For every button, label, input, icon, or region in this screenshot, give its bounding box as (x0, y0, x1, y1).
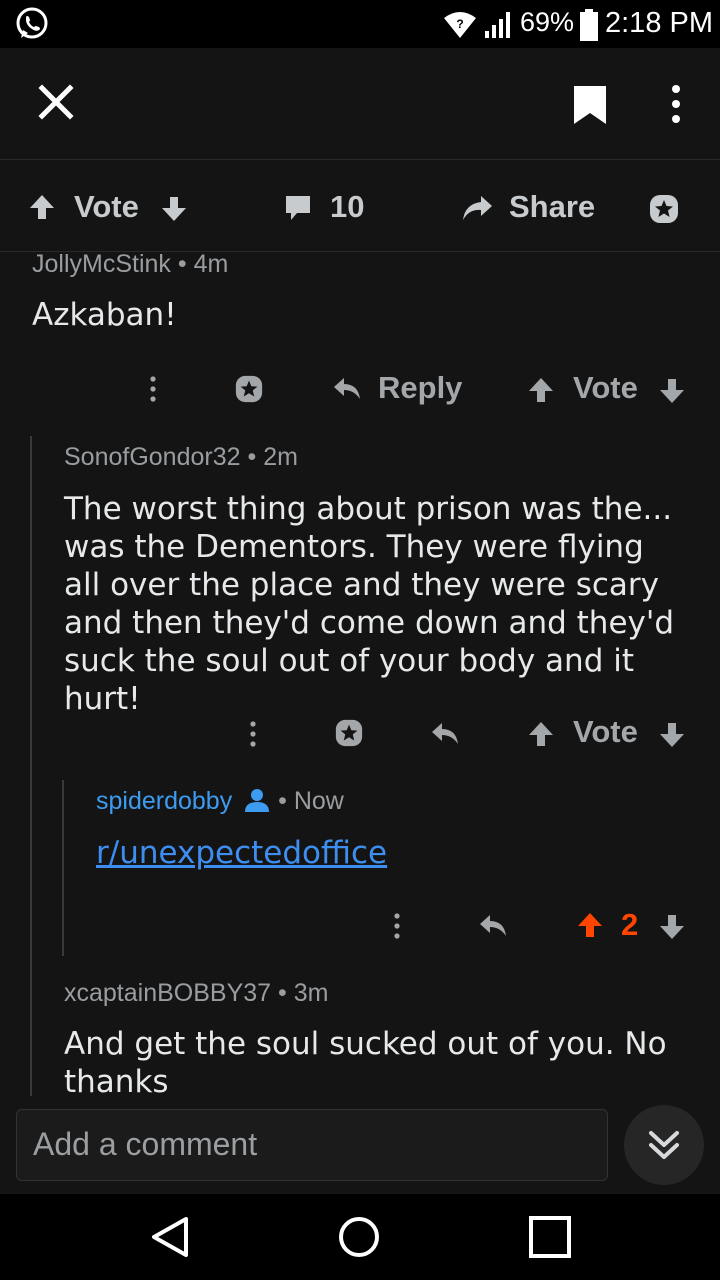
comment-count[interactable]: 10 (330, 189, 364, 225)
back-icon[interactable] (150, 1216, 190, 1258)
downvote-icon[interactable] (160, 195, 188, 223)
comment-author[interactable]: spiderdobby (96, 787, 232, 815)
thread-line (62, 780, 64, 956)
reply-button[interactable]: Reply (378, 370, 462, 406)
award-icon[interactable] (648, 193, 680, 225)
system-nav-bar (0, 1194, 720, 1280)
close-icon[interactable] (36, 82, 76, 122)
comment-author[interactable]: SonofGondor32 (64, 443, 241, 471)
comment-composer: Add a comment (0, 1096, 720, 1194)
home-icon[interactable] (338, 1216, 380, 1258)
more-options-icon[interactable] (146, 375, 160, 403)
wifi-icon: ? (444, 12, 476, 38)
signal-icon (485, 12, 510, 38)
battery-icon (580, 9, 598, 41)
recents-icon[interactable] (529, 1216, 571, 1258)
downvote-icon[interactable] (658, 913, 686, 941)
post-action-bar: Vote 10 Share (0, 160, 720, 252)
add-comment-input[interactable]: Add a comment (16, 1109, 608, 1181)
bookmark-icon[interactable] (572, 84, 608, 126)
vote-score: 2 (621, 907, 639, 942)
comment-author[interactable]: xcaptainBOBBY37 (64, 979, 271, 1007)
svg-text:?: ? (456, 17, 463, 31)
separator-dot: • (278, 787, 294, 815)
downvote-icon[interactable] (658, 721, 686, 749)
user-icon (245, 789, 270, 812)
post-toolbar (0, 48, 720, 160)
more-options-icon[interactable] (390, 912, 404, 940)
upvote-icon[interactable] (527, 720, 555, 748)
comment-age: 2m (263, 443, 298, 471)
separator-dot: • (278, 979, 294, 1007)
comment-age: 3m (293, 979, 329, 1007)
upvote-icon-active[interactable] (576, 911, 604, 939)
status-bar: ? 69% 2:18 PM (0, 0, 720, 48)
upvote-icon[interactable] (527, 376, 555, 404)
award-icon[interactable] (234, 374, 264, 404)
jump-to-next-button[interactable] (624, 1105, 704, 1185)
share-icon[interactable] (461, 194, 493, 222)
comment-age: 4m (193, 250, 229, 278)
thread-line (30, 436, 32, 1096)
reply-icon[interactable] (478, 912, 508, 940)
comment-icon[interactable] (283, 193, 313, 223)
double-chevron-down-icon (649, 1131, 679, 1159)
subreddit-link[interactable]: r/unexpectedoffice (96, 835, 387, 871)
clock: 2:18 PM (605, 7, 713, 39)
reply-icon[interactable] (430, 720, 460, 748)
whatsapp-notification-icon (16, 7, 48, 39)
more-options-icon[interactable] (246, 720, 260, 748)
upvote-icon[interactable] (28, 193, 56, 221)
share-label[interactable]: Share (509, 189, 595, 225)
comment-author[interactable]: JollyMcStink (32, 250, 171, 278)
award-icon[interactable] (334, 718, 364, 748)
separator-dot: • (177, 250, 194, 278)
separator-dot: • (247, 443, 264, 471)
more-options-icon[interactable] (668, 84, 684, 124)
vote-label: Vote (74, 189, 139, 224)
downvote-icon[interactable] (658, 377, 686, 405)
comment-body: And get the soul sucked out of you. No t… (64, 1026, 667, 1100)
comment-body: Azkaban! (32, 297, 177, 333)
vote-label: Vote (573, 714, 638, 749)
comment-body: The worst thing about prison was the... … (64, 491, 675, 717)
comment-age: Now (293, 787, 344, 815)
reply-icon[interactable] (332, 375, 362, 403)
battery-percent: 69% (520, 7, 575, 37)
vote-label: Vote (573, 370, 638, 405)
